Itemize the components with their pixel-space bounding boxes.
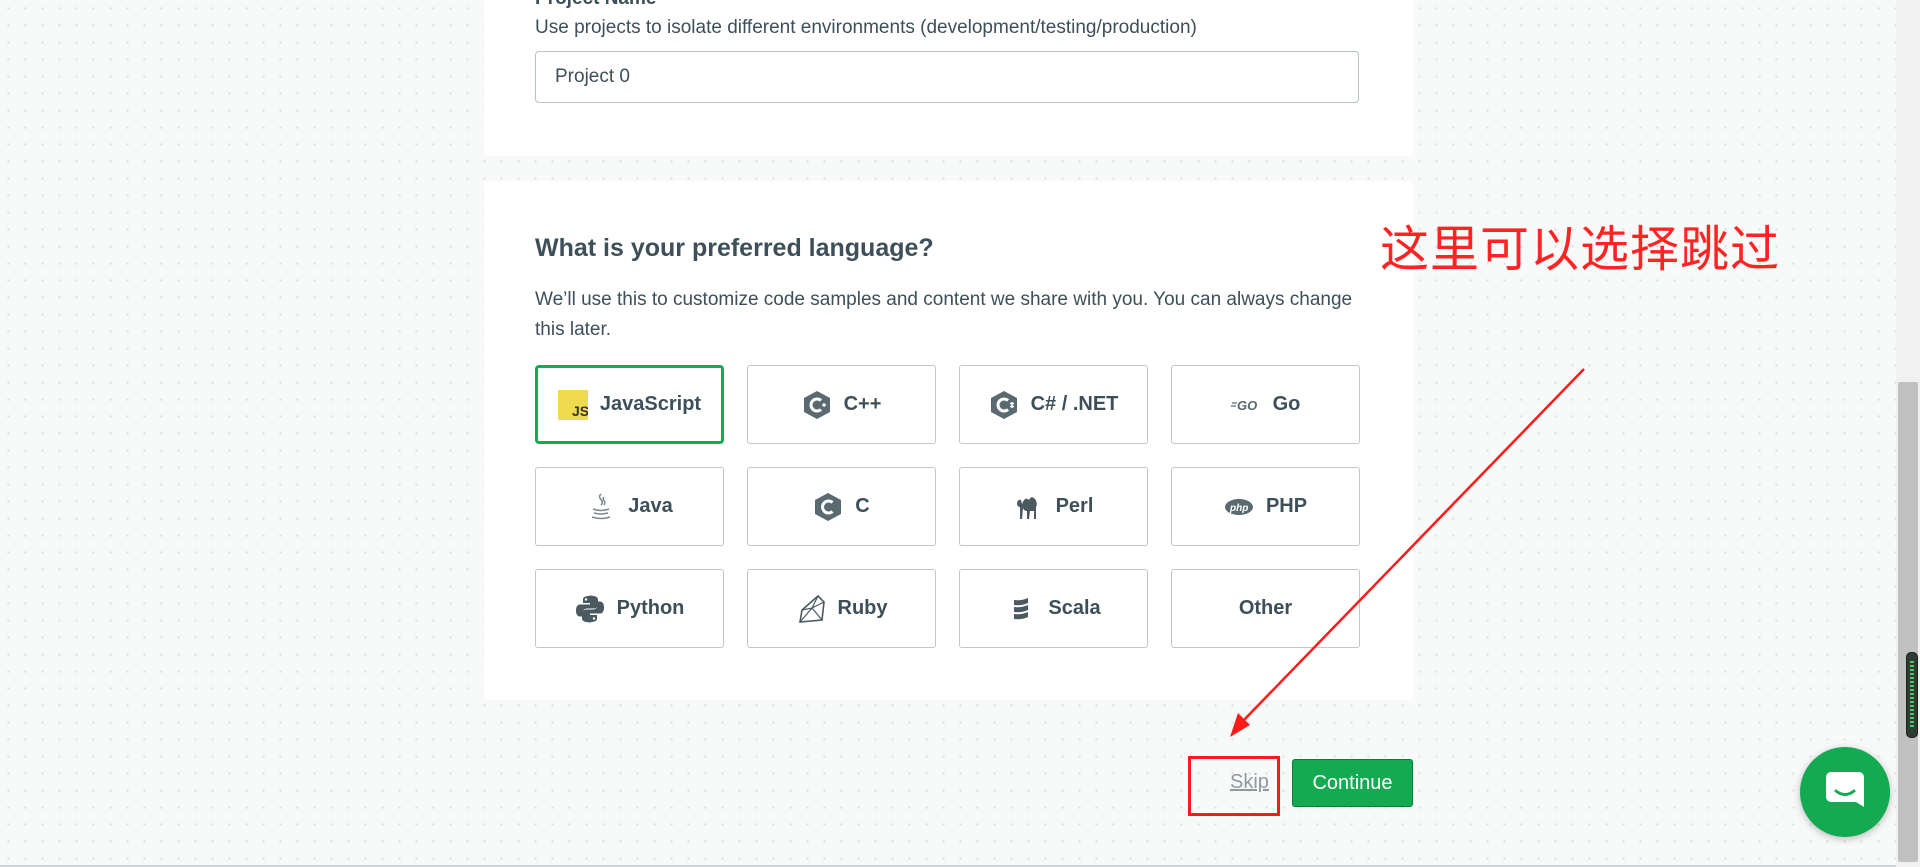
- annotation-text: 这里可以选择跳过: [1380, 223, 1781, 277]
- language-description: We’ll use this to customize code samples…: [535, 289, 1353, 340]
- svg-text:GO: GO: [1237, 398, 1257, 413]
- language-option-label: JavaScript: [599, 393, 702, 415]
- scala-icon: [1006, 594, 1036, 624]
- svg-text:php: php: [1229, 503, 1248, 514]
- language-option-label: C: [855, 495, 870, 517]
- ruby-gem-icon: [796, 594, 826, 624]
- language-title: What is your preferred language?: [535, 234, 934, 262]
- perl-camel-icon: [1014, 492, 1044, 522]
- language-option-python[interactable]: Python: [535, 569, 724, 648]
- skip-link[interactable]: Skip: [1230, 771, 1269, 794]
- language-option-label: Perl: [1055, 495, 1094, 517]
- chat-launcher-button[interactable]: [1800, 747, 1890, 837]
- language-card: What is your preferred language? We’ll u…: [484, 181, 1413, 700]
- language-option-label: Other: [1238, 597, 1293, 619]
- continue-button[interactable]: Continue: [1292, 759, 1413, 807]
- language-option-csharp[interactable]: C# / .NET: [959, 365, 1148, 444]
- scrollbar-thumb[interactable]: [1898, 382, 1918, 862]
- js-icon: JS: [557, 389, 588, 420]
- scroll-indicator-widget: [1906, 652, 1918, 738]
- csharp-icon: [989, 390, 1019, 420]
- project-name-input[interactable]: [535, 51, 1359, 103]
- language-option-label: Scala: [1048, 597, 1101, 619]
- project-helper-text: Use projects to isolate different enviro…: [535, 17, 1197, 38]
- svg-text:JS: JS: [572, 403, 588, 419]
- language-option-other[interactable]: Other: [1171, 569, 1360, 648]
- language-option-php[interactable]: php PHP: [1171, 467, 1360, 546]
- language-option-scala[interactable]: Scala: [959, 569, 1148, 648]
- language-option-label: Java: [628, 495, 673, 517]
- project-name-card: Project Name Use projects to isolate dif…: [484, 0, 1413, 156]
- language-option-label: Ruby: [837, 597, 888, 619]
- cplusplus-icon: [802, 390, 832, 420]
- language-grid: JS JavaScript C++ C# / .NET GO Go Java C…: [535, 365, 1360, 650]
- language-option-ruby[interactable]: Ruby: [747, 569, 936, 648]
- language-option-label: C++: [843, 393, 882, 415]
- c-icon: [813, 492, 843, 522]
- go-icon: GO: [1230, 390, 1261, 420]
- php-icon: php: [1224, 492, 1254, 522]
- java-icon: [586, 492, 616, 522]
- language-option-cplusplus[interactable]: C++: [747, 365, 936, 444]
- language-option-c[interactable]: C: [747, 467, 936, 546]
- language-option-label: PHP: [1265, 495, 1308, 517]
- language-option-go[interactable]: GO Go: [1171, 365, 1360, 444]
- language-option-javascript[interactable]: JS JavaScript: [535, 365, 724, 444]
- language-option-perl[interactable]: Perl: [959, 467, 1148, 546]
- language-option-label: Go: [1272, 393, 1301, 415]
- language-option-label: Python: [616, 597, 685, 619]
- python-icon: [575, 594, 605, 624]
- language-option-label: C# / .NET: [1030, 393, 1119, 415]
- project-name-label: Project Name: [535, 0, 656, 10]
- language-option-java[interactable]: Java: [535, 467, 724, 546]
- chat-bubble-icon: [1823, 768, 1867, 817]
